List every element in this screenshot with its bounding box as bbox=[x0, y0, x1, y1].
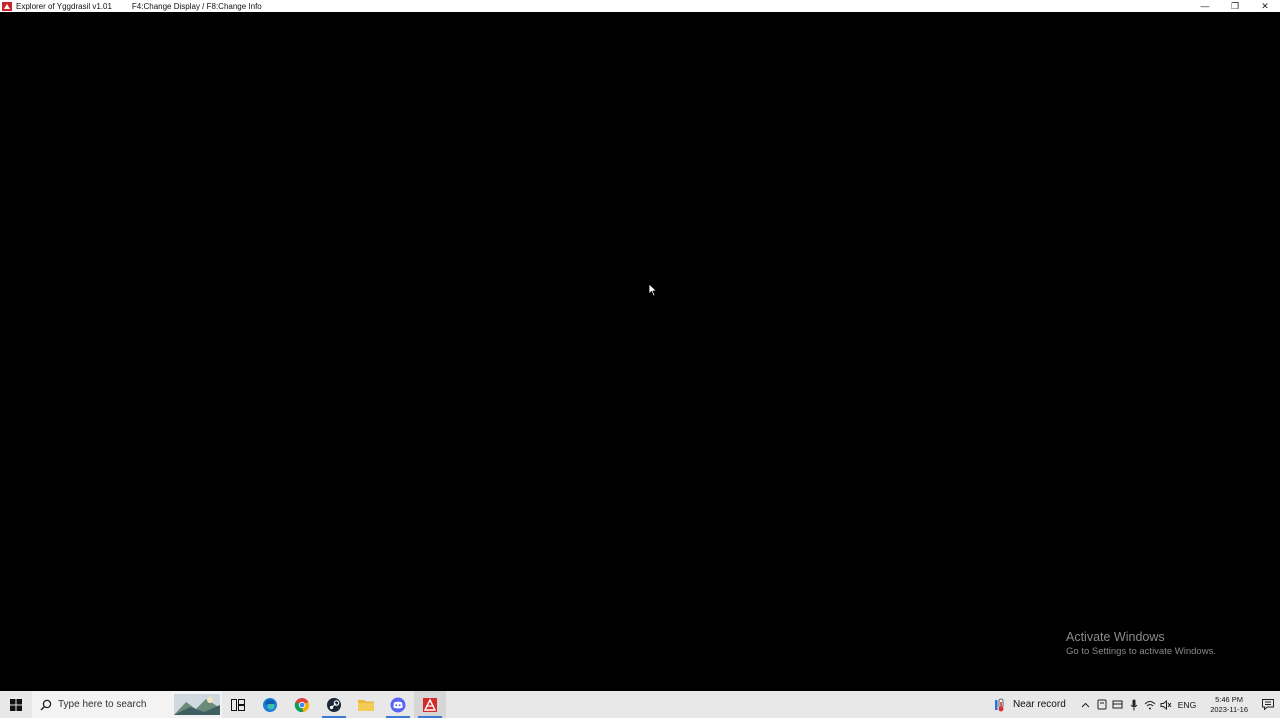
tray-microphone-button[interactable] bbox=[1126, 691, 1142, 718]
thermometer-icon bbox=[994, 698, 1004, 711]
watermark-subtitle: Go to Settings to activate Windows. bbox=[1066, 646, 1216, 657]
device-icon bbox=[1097, 699, 1107, 710]
windows-taskbar: Type here to search Near record ENG 5:46… bbox=[0, 691, 1280, 718]
restore-button[interactable]: ❐ bbox=[1220, 0, 1250, 12]
taskbar-app-file-explorer[interactable] bbox=[350, 691, 382, 718]
close-button[interactable]: ✕ bbox=[1250, 0, 1280, 12]
game-app-icon bbox=[2, 1, 12, 11]
windows-logo-icon bbox=[10, 698, 22, 711]
window-controls: — ❐ ✕ bbox=[1190, 0, 1280, 12]
onedrive-icon bbox=[1112, 700, 1123, 709]
taskbar-app-edge[interactable] bbox=[254, 691, 286, 718]
show-hidden-icons-button[interactable] bbox=[1078, 691, 1094, 718]
search-icon bbox=[40, 699, 52, 711]
chevron-up-icon bbox=[1081, 702, 1090, 707]
game-viewport[interactable]: Activate Windows Go to Settings to activ… bbox=[0, 12, 1280, 691]
edge-icon bbox=[263, 697, 277, 712]
taskbar-search-box[interactable]: Type here to search bbox=[32, 691, 222, 718]
notification-icon bbox=[1262, 699, 1274, 710]
tray-volume-button[interactable] bbox=[1158, 691, 1174, 718]
discord-icon bbox=[390, 697, 406, 712]
task-view-button[interactable] bbox=[222, 691, 254, 718]
folder-icon bbox=[358, 699, 374, 711]
chrome-icon bbox=[294, 697, 310, 712]
tray-onedrive-button[interactable] bbox=[1110, 691, 1126, 718]
desktop-screen: Explorer of Yggdrasil v1.01 F4:Change Di… bbox=[0, 0, 1280, 718]
minimize-button[interactable]: — bbox=[1190, 0, 1220, 12]
taskbar-clock[interactable]: 5:46 PM 2023-11-16 bbox=[1210, 695, 1248, 715]
wifi-icon bbox=[1144, 700, 1156, 709]
watermark-title: Activate Windows bbox=[1066, 630, 1165, 644]
game-icon bbox=[423, 697, 437, 712]
window-hint: F4:Change Display / F8:Change Info bbox=[131, 1, 262, 11]
search-highlight-image-icon bbox=[174, 694, 220, 715]
weather-text: Near record bbox=[1012, 699, 1066, 710]
notification-center-button[interactable] bbox=[1256, 691, 1280, 718]
window-title: Explorer of Yggdrasil v1.01 bbox=[16, 1, 112, 11]
activate-windows-watermark: Activate Windows Go to Settings to activ… bbox=[1066, 629, 1216, 659]
weather-widget[interactable]: Near record bbox=[994, 698, 1066, 712]
mouse-cursor-icon bbox=[648, 283, 658, 297]
start-button[interactable] bbox=[0, 691, 32, 718]
taskbar-app-explorer-of-yggdrasil[interactable] bbox=[414, 691, 446, 718]
tray-network-button[interactable] bbox=[1142, 691, 1158, 718]
task-view-icon bbox=[231, 698, 245, 711]
steam-icon bbox=[327, 697, 341, 712]
search-placeholder: Type here to search bbox=[58, 699, 147, 710]
clock-date: 2023-11-16 bbox=[1210, 704, 1248, 714]
taskbar-app-discord[interactable] bbox=[382, 691, 414, 718]
window-titlebar[interactable]: Explorer of Yggdrasil v1.01 F4:Change Di… bbox=[0, 0, 1280, 12]
input-language[interactable]: ENG bbox=[1178, 700, 1196, 710]
system-tray: Near record ENG 5:46 PM 2023-11-16 bbox=[994, 691, 1280, 718]
clock-time: 5:46 PM bbox=[1215, 694, 1244, 704]
taskbar-app-chrome[interactable] bbox=[286, 691, 318, 718]
taskbar-app-steam[interactable] bbox=[318, 691, 350, 718]
tray-device-button[interactable] bbox=[1094, 691, 1110, 718]
volume-muted-icon bbox=[1160, 699, 1172, 710]
microphone-icon bbox=[1130, 699, 1138, 710]
